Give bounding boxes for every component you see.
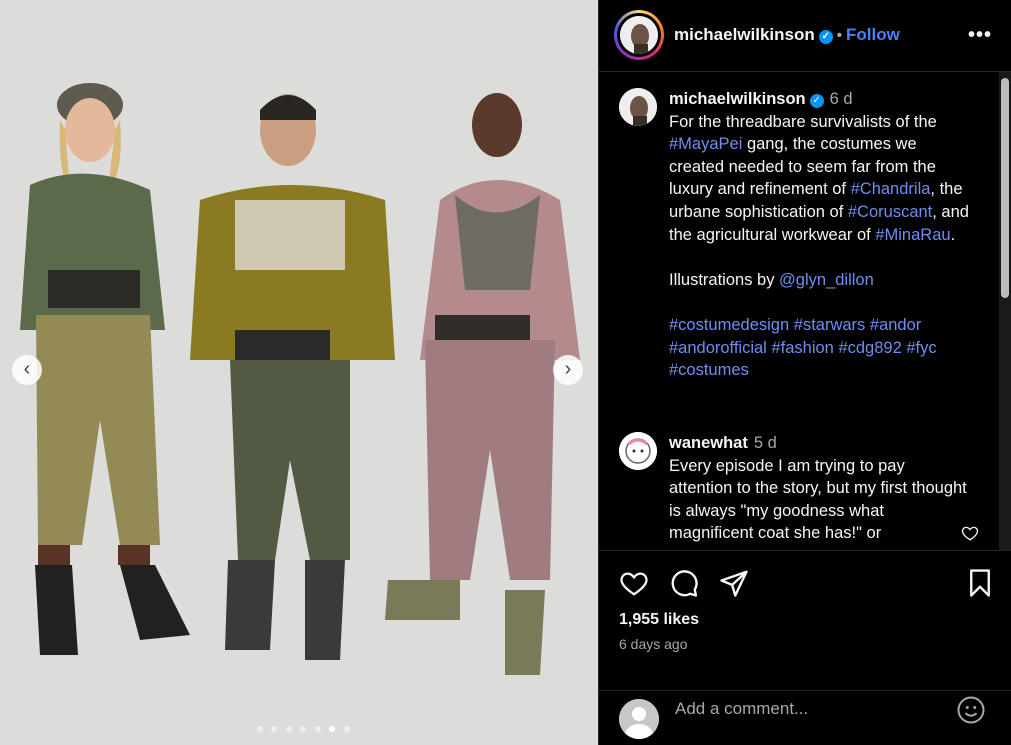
hashtag-link[interactable]: #MinaRau: [875, 226, 950, 244]
comment-time: 5 d: [753, 434, 777, 452]
carousel-dot: [314, 726, 321, 732]
carousel-dot: [257, 726, 263, 732]
emoji-icon[interactable]: [956, 695, 986, 725]
hashtag-link[interactable]: #MayaPei: [669, 135, 742, 153]
comment-like-icon[interactable]: [961, 524, 979, 542]
comment-username[interactable]: wanewhat: [669, 434, 748, 452]
verified-icon: ✓: [818, 30, 833, 44]
carousel-dot: [300, 726, 307, 732]
carousel-dots: [257, 719, 354, 737]
header-username[interactable]: michaelwilkinson: [674, 25, 815, 44]
caption-text: For the threadbare survivalists of the: [669, 112, 937, 131]
caption-text: Illustrations by: [669, 270, 780, 289]
post-side-panel: michaelwilkinson ✓ • Follow ••• michaelwilk…: [598, 0, 1011, 745]
caption-time: 6 d: [829, 90, 853, 108]
caption-avatar[interactable]: [619, 88, 657, 126]
action-bar: 1,955 likes 6 days ago: [599, 550, 1011, 690]
costume-photo: [0, 0, 598, 745]
comments-scrollbar[interactable]: [999, 72, 1011, 550]
hashtag-link[interactable]: #andor: [870, 316, 921, 334]
post-time-ago[interactable]: 6 days ago: [619, 636, 688, 652]
avatar: [620, 16, 658, 54]
hashtag-link[interactable]: #costumes: [669, 361, 749, 379]
hashtag-link[interactable]: #fyc: [906, 339, 936, 357]
follow-button[interactable]: Follow: [846, 25, 900, 44]
mention-link[interactable]: @glyn_dillon: [779, 271, 874, 289]
hashtag-link[interactable]: #andorofficial: [669, 339, 767, 357]
add-comment-bar: Add a comment...: [599, 690, 1011, 745]
more-options-icon[interactable]: •••: [968, 24, 992, 47]
add-comment-input[interactable]: Add a comment...: [675, 699, 808, 719]
post-image[interactable]: ‹ ›: [0, 0, 598, 745]
hashtag-link[interactable]: #Chandrila: [851, 180, 931, 198]
comments-section[interactable]: michaelwilkinson ✓ 6 d For the threadbare …: [599, 72, 1011, 550]
share-paper-plane-icon[interactable]: [719, 568, 749, 598]
caption-username[interactable]: michaelwilkinson: [669, 90, 806, 108]
carousel-dot-active: [329, 726, 336, 732]
hashtag-link[interactable]: #fashion: [771, 339, 833, 357]
hashtag-link[interactable]: #starwars: [794, 316, 866, 334]
comment-bubble-icon[interactable]: [669, 568, 699, 598]
caption-text: .: [950, 225, 956, 244]
like-heart-icon[interactable]: [619, 568, 649, 598]
hashtag-link[interactable]: #cdg892: [838, 339, 901, 357]
post-header: michaelwilkinson ✓ • Follow •••: [599, 0, 1011, 72]
hashtag-link[interactable]: #costumedesign: [669, 316, 789, 334]
avatar-story-ring[interactable]: [614, 10, 664, 60]
comment-text: Every episode I am trying to pay attenti…: [669, 456, 967, 543]
carousel-dot: [271, 726, 278, 732]
carousel-next-button[interactable]: ›: [553, 355, 583, 385]
separator-dot: •: [836, 27, 843, 44]
like-count[interactable]: 1,955 likes: [619, 611, 699, 629]
carousel-dot: [285, 726, 292, 732]
bookmark-icon[interactable]: [965, 568, 995, 598]
hashtag-link[interactable]: #Coruscant: [848, 203, 932, 221]
carousel-prev-button[interactable]: ‹: [12, 355, 42, 385]
verified-icon: ✓: [809, 94, 824, 108]
carousel-dot: [343, 726, 350, 732]
current-user-avatar: [619, 699, 659, 739]
comment-avatar[interactable]: [619, 432, 657, 470]
